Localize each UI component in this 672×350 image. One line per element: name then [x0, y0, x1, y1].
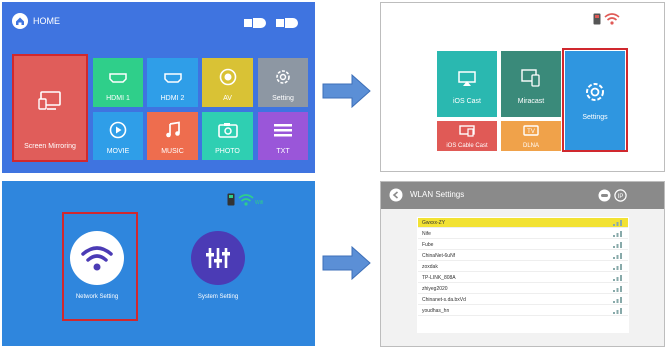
network-name: Nife	[422, 231, 431, 237]
tile-label: PHOTO	[215, 148, 240, 155]
play-icon	[109, 121, 127, 139]
right-arrow-icon	[322, 74, 371, 108]
system-setting-label: System Setting	[197, 294, 239, 300]
dlna-tile[interactable]: TV DLNA	[501, 121, 561, 151]
tile-label: iOS Cast	[452, 98, 481, 105]
wlan-header: WLAN Settings IP	[381, 182, 664, 209]
tile-label: AV	[223, 95, 232, 102]
network-row[interactable]: Gwxxx-ZY	[418, 218, 628, 228]
tile-label: DLNA	[522, 143, 539, 149]
signal-icon	[613, 275, 622, 281]
signal-icon	[613, 231, 622, 237]
network-row[interactable]: Nife	[418, 229, 628, 239]
txt-tile[interactable]: TXT	[258, 112, 308, 160]
home-icon[interactable]	[12, 13, 28, 29]
music-note-icon	[165, 121, 180, 138]
back-icon[interactable]	[389, 188, 403, 202]
home-screen-panel: HOME Screen Mirroring HDMI 1 HDMI 2 AV S…	[2, 2, 315, 173]
mirroring-menu-panel: iOS Cast Miracast Settings iOS Cable Cas…	[380, 2, 665, 172]
sliders-icon	[206, 248, 230, 268]
ios-cast-tile[interactable]: iOS Cast	[437, 51, 497, 117]
airplay-icon	[458, 71, 476, 86]
system-setting-button[interactable]	[191, 231, 245, 285]
network-name: zhiyeg2020	[422, 286, 448, 292]
signal-icon	[613, 220, 622, 226]
text-lines-icon	[274, 124, 292, 137]
tile-label: HDMI 2	[160, 95, 185, 102]
signal-icon	[613, 297, 622, 303]
usb-icon	[593, 13, 601, 25]
settings-panel: Wifi Network Setting System Setting	[2, 181, 315, 346]
highlight-box	[562, 48, 628, 152]
sd-card-icon	[276, 18, 298, 28]
tile-label: TXT	[276, 148, 290, 155]
tile-label: MUSIC	[161, 148, 184, 155]
av-icon	[219, 68, 236, 86]
signal-icon	[613, 242, 622, 248]
signal-icon	[613, 253, 622, 259]
svg-text:TV: TV	[527, 129, 535, 135]
hdmi2-tile[interactable]: HDMI 2	[147, 58, 198, 107]
network-name: youdhas_hn	[422, 308, 450, 314]
tile-label: Miracast	[517, 98, 545, 105]
usb-storage-icon	[244, 18, 266, 28]
photo-tile[interactable]: PHOTO	[202, 112, 253, 160]
hdmi1-tile[interactable]: HDMI 1	[93, 58, 143, 107]
tile-label: MOVIE	[106, 148, 130, 155]
cable-screen-icon	[459, 125, 475, 137]
wifi-icon: Wifi	[238, 194, 263, 206]
wlan-settings-panel: WLAN Settings IP Gwxxx-ZY Nife Fube Chin…	[380, 181, 665, 347]
wifi-icon	[604, 13, 620, 25]
home-label: HOME	[33, 16, 60, 26]
network-row[interactable]: Fube	[418, 240, 628, 250]
signal-icon	[613, 264, 622, 270]
network-row[interactable]: Chinanet-s.da.bxVd	[418, 295, 628, 305]
tile-label: Setting	[272, 95, 294, 102]
cast-screen-icon	[521, 69, 540, 87]
tv-icon: TV	[523, 125, 539, 136]
usb-icon	[227, 193, 235, 206]
tile-label: HDMI 1	[106, 95, 130, 102]
ios-cable-cast-tile[interactable]: iOS Cable Cast	[437, 121, 497, 151]
camera-icon	[217, 123, 238, 138]
av-tile[interactable]: AV	[202, 58, 253, 107]
movie-tile[interactable]: MOVIE	[93, 112, 143, 160]
network-row[interactable]: ChinaNet-6uNf	[418, 251, 628, 261]
toggle-icon[interactable]	[598, 189, 611, 202]
network-row[interactable]: zhiyeg2020	[418, 284, 628, 294]
network-name: Fube	[422, 242, 434, 248]
svg-text:IP: IP	[618, 194, 624, 200]
gear-icon	[276, 70, 290, 84]
network-name: TP-LINK_808A	[422, 275, 456, 281]
tile-label: iOS Cable Cast	[446, 143, 488, 149]
ip-icon[interactable]: IP	[614, 189, 627, 202]
highlight-box	[12, 54, 88, 162]
miracast-tile[interactable]: Miracast	[501, 51, 561, 117]
highlight-box	[62, 212, 138, 321]
network-row[interactable]: zoxdak	[418, 262, 628, 272]
hdmi-icon	[109, 73, 127, 83]
network-row[interactable]: TP-LINK_808A	[418, 273, 628, 283]
network-name: Gwxxx-ZY	[422, 220, 446, 226]
network-row[interactable]: youdhas_hn	[418, 306, 628, 316]
network-name: ChinaNet-6uNf	[422, 253, 456, 259]
svg-text:Wifi: Wifi	[255, 200, 263, 206]
setting-tile[interactable]: Setting	[258, 58, 308, 107]
hdmi-icon	[163, 73, 182, 83]
signal-icon	[613, 286, 622, 292]
signal-icon	[613, 308, 622, 314]
music-tile[interactable]: MUSIC	[147, 112, 198, 160]
network-name: Chinanet-s.da.bxVd	[422, 297, 466, 303]
wlan-title: WLAN Settings	[410, 190, 465, 199]
right-arrow-icon	[322, 246, 371, 280]
network-name: zoxdak	[422, 264, 438, 270]
